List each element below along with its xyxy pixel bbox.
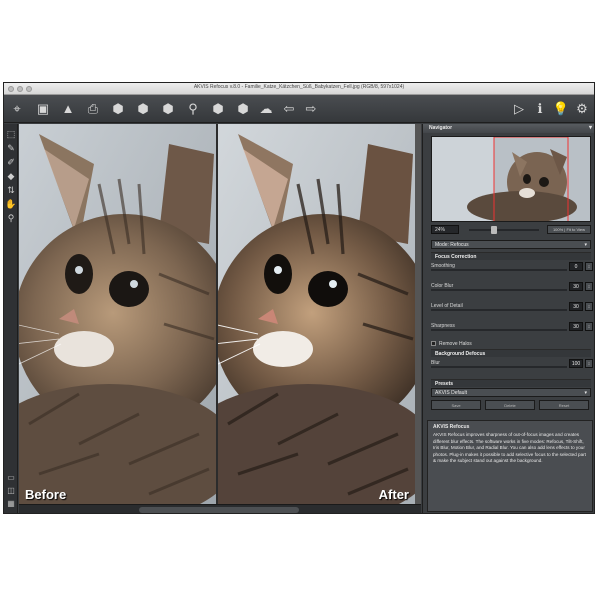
navigator-preview[interactable] — [431, 136, 591, 222]
after-pane[interactable]: After — [218, 124, 415, 504]
undo-icon[interactable]: ⬢ — [234, 99, 252, 117]
collapse-icon[interactable]: ▾ — [589, 124, 592, 133]
cloud-icon[interactable]: ☁ — [257, 99, 275, 117]
split-view-icon[interactable]: ◫ — [5, 486, 17, 496]
share-icon[interactable]: ⬢ — [134, 99, 152, 117]
checkbox-box[interactable] — [431, 341, 436, 347]
eraser-icon[interactable]: ✐ — [5, 156, 17, 168]
remove-halos-checkbox[interactable]: Remove Halos — [431, 340, 472, 348]
batch-icon[interactable]: ⬢ — [109, 99, 127, 117]
zoom-slider-knob[interactable] — [491, 226, 497, 234]
preset-value: AKVIS Default — [435, 390, 467, 396]
settings-icon[interactable]: ⬢ — [159, 99, 177, 117]
title-bar: AKVIS Refocus v.8.0 - Familie_Katze_Kätz… — [4, 83, 594, 95]
focus-correction-header[interactable]: Focus Correction — [431, 252, 591, 260]
remove-halos-label: Remove Halos — [439, 341, 472, 347]
hint-icon[interactable]: 💡 — [552, 99, 570, 117]
back-icon[interactable]: ⇦ — [280, 99, 298, 117]
param-value-field[interactable]: 0 — [569, 262, 583, 271]
param-slider[interactable] — [431, 309, 567, 311]
navigator-thumbnail — [432, 137, 590, 221]
scrollbar-thumb[interactable] — [139, 507, 299, 513]
preferences-icon[interactable]: ⚙ — [573, 99, 591, 117]
help-box: AKVIS Refocus AKVIS Refocus improves sha… — [427, 420, 593, 512]
param-value-field[interactable]: 30 — [569, 322, 583, 331]
tool-palette: ⬚ ✎ ✐ ◆ ⇅ ✋ ⚲ ▭ ◫ ▦ — [4, 124, 18, 513]
param-value-field[interactable]: 30 — [569, 302, 583, 311]
help-title: AKVIS Refocus — [433, 424, 470, 430]
stepper-icon[interactable]: ↕ — [585, 302, 593, 311]
param-slider[interactable] — [431, 289, 567, 291]
delete-preset-button[interactable]: Delete — [485, 400, 535, 410]
info-icon[interactable]: ℹ — [531, 99, 549, 117]
grid-view-icon[interactable]: ▦ — [5, 499, 17, 509]
param-slider[interactable] — [431, 329, 567, 331]
presets-header[interactable]: Presets — [431, 379, 591, 387]
print-icon[interactable]: ⎙ — [84, 99, 102, 117]
mode-dropdown[interactable]: Mode: Refocus ▾ — [431, 240, 591, 249]
image-canvas[interactable]: Before After — [19, 124, 421, 513]
mode-label: Mode — [435, 242, 448, 248]
stepper-icon[interactable]: ↕ — [585, 359, 593, 368]
reset-preset-button[interactable]: Reset — [539, 400, 589, 410]
stepper-icon[interactable]: ↕ — [585, 262, 593, 271]
navigator-zoom-bar: 24% 100% | Fit to View — [431, 225, 591, 235]
help-text: AKVIS Refocus improves sharpness of out-… — [433, 432, 586, 464]
mode-value: Refocus — [450, 242, 469, 248]
single-view-icon[interactable]: ▭ — [5, 473, 17, 483]
navigator-title: Navigator — [429, 125, 453, 131]
zoom-slider[interactable] — [469, 226, 539, 234]
kitten-after-image — [218, 124, 415, 504]
swap-icon[interactable]: ⇅ — [5, 184, 17, 196]
before-pane[interactable]: Before — [19, 124, 216, 504]
param-slider[interactable] — [431, 269, 567, 271]
blur-slider[interactable] — [431, 366, 567, 368]
share-link-icon[interactable]: ⬢ — [209, 99, 227, 117]
param-row-level-of-detail: Level of Detail 30 ↕ — [427, 302, 593, 312]
hand-icon[interactable]: ✋ — [5, 198, 17, 210]
settings-panel: Navigator ▾ 24% 100% | Fit to View Mode:… — [422, 124, 594, 513]
chevron-down-icon: ▾ — [584, 242, 587, 248]
brush-icon[interactable]: ✎ — [5, 142, 17, 154]
navigator-header[interactable]: Navigator ▾ — [423, 124, 594, 133]
zoom-field[interactable]: 24% — [431, 225, 459, 234]
fit-button[interactable]: 100% | Fit to View — [547, 225, 591, 234]
preset-icon[interactable]: ⚲ — [184, 99, 202, 117]
background-defocus-header[interactable]: Background Defocus — [431, 349, 591, 357]
param-row-sharpness: Sharpness 30 ↕ — [427, 322, 593, 332]
blur-value-field[interactable]: 100 — [569, 359, 583, 368]
zoom-icon[interactable]: ⚲ — [5, 212, 17, 224]
open-icon[interactable]: ▣ — [34, 99, 52, 117]
after-label: After — [378, 487, 409, 502]
param-value-field[interactable]: 30 — [569, 282, 583, 291]
window-title: AKVIS Refocus v.8.0 - Familie_Katze_Kätz… — [193, 84, 405, 90]
app-window: AKVIS Refocus v.8.0 - Familie_Katze_Kätz… — [3, 82, 595, 514]
stepper-icon[interactable]: ↕ — [585, 322, 593, 331]
crop-icon[interactable]: ⬚ — [5, 128, 17, 140]
stepper-icon[interactable]: ↕ — [585, 282, 593, 291]
kitten-before-image — [19, 124, 216, 504]
param-row-smoothing: Smoothing 0 ↕ — [427, 262, 593, 272]
cursor-icon[interactable]: ⌖ — [8, 99, 26, 117]
preset-dropdown[interactable]: AKVIS Default ▾ — [431, 388, 591, 397]
save-preset-button[interactable]: Save — [431, 400, 481, 410]
chevron-down-icon: ▾ — [584, 390, 587, 396]
toolbar: ⌖ ▣ ▲ ⎙ ⬢ ⬢ ⬢ ⚲ ⬢ ⬢ ☁ ⇦ ⇨ ▷ ℹ 💡 ⚙ — [4, 95, 594, 123]
before-label: Before — [25, 487, 67, 502]
save-icon[interactable]: ▲ — [59, 99, 77, 117]
forward-icon[interactable]: ⇨ — [302, 99, 320, 117]
param-row-blur: Blur 100 ↕ — [427, 359, 593, 369]
horizontal-scrollbar[interactable] — [19, 504, 421, 513]
param-row-color-blur: Color Blur 30 ↕ — [427, 282, 593, 292]
bucket-icon[interactable]: ◆ — [5, 170, 17, 182]
run-icon[interactable]: ▷ — [510, 99, 528, 117]
